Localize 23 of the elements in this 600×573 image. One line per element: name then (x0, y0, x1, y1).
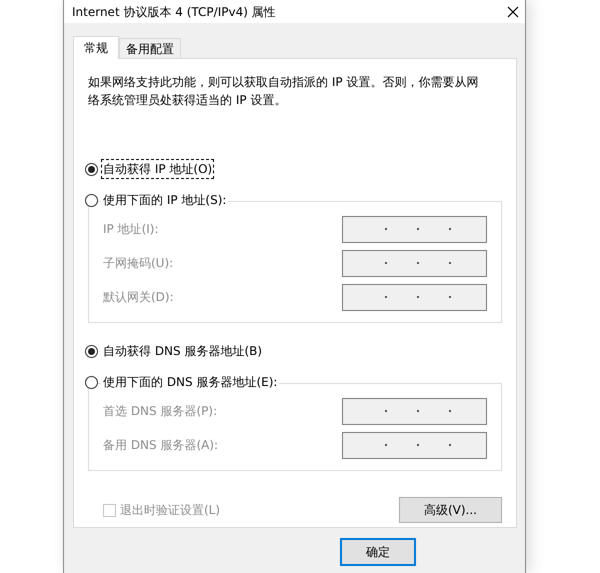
checkbox-label: 退出时验证设置(L) (120, 502, 220, 519)
field-label: 备用 DNS 服务器(A): (103, 437, 218, 454)
tab[interactable]: 备用配置 (119, 38, 181, 58)
tab[interactable]: 常规 (73, 36, 119, 59)
ip-address-field[interactable] (342, 432, 487, 458)
radio-button[interactable] (85, 162, 98, 176)
ip-address-field[interactable] (342, 284, 487, 310)
field-label: 子网掩码(U): (103, 255, 174, 272)
description-text: 如果网络支持此功能，则可以获取自动指派的 IP 设置。否则，你需要从网络系统管理员处获得适当的 IP 设置。 (88, 74, 480, 109)
close-icon[interactable] (507, 6, 519, 18)
field-label: 首选 DNS 服务器(P): (103, 403, 218, 420)
radio-button[interactable] (85, 376, 98, 388)
field-label: 默认网关(D): (103, 289, 174, 306)
radio-button[interactable] (85, 194, 98, 206)
radio-label[interactable]: 自动获得 IP 地址(O) (101, 159, 214, 179)
ip-address-field[interactable] (342, 216, 487, 242)
ok-button[interactable]: 确定 (340, 538, 416, 566)
radio-button[interactable] (85, 344, 98, 358)
ip-address-field[interactable] (342, 398, 487, 424)
advanced-button[interactable]: 高级(V)... (399, 497, 502, 523)
window-title: Internet 协议版本 4 (TCP/IPv4) 属性 (72, 4, 276, 20)
ip-address-field[interactable] (342, 250, 487, 276)
field-label: IP 地址(I): (103, 221, 159, 238)
